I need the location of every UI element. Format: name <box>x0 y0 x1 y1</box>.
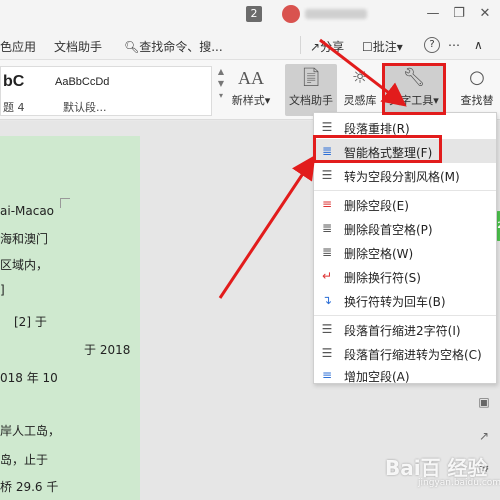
new-style-button[interactable]: AA 新样式▾ <box>228 64 274 116</box>
split-style-icon: ☰ <box>321 168 333 182</box>
share-icon: ↗ <box>310 40 321 54</box>
menu-item-label: 删除空格(W) <box>344 247 414 261</box>
style-gallery[interactable]: bC AaBbCcDd 题 4 默认段... <box>0 66 212 116</box>
doc-line[interactable]: ] <box>0 283 5 297</box>
annotate-button[interactable]: ☐批注▾ <box>362 38 403 55</box>
menu-item-delete-leading-space[interactable]: ≣ 删除段首空格(P) <box>314 216 496 240</box>
menu-divider <box>300 36 301 54</box>
help-button[interactable]: ? <box>424 37 440 53</box>
menu-item-indent-two-chars[interactable]: ☰ 段落首行缩进2字符(I) <box>314 317 496 341</box>
menu-item-label: 段落首行缩进转为空格(C) <box>344 348 482 362</box>
doc-line[interactable]: 海和澳门 <box>0 230 48 247</box>
collapse-ribbon-button[interactable]: ∧ <box>474 38 483 52</box>
menu-item-line-break-to-enter[interactable]: ↴ 换行符转为回车(B) <box>314 288 496 312</box>
style-default-caption: 默认段... <box>63 101 107 114</box>
document-page[interactable]: ai-Macao 海和澳门 区域内， ] [2] 于 于 2018 018 年 … <box>0 136 140 500</box>
doc-line[interactable]: 于 2018 <box>84 341 130 358</box>
command-search[interactable]: 🔍︎查找命令、搜... <box>124 38 223 55</box>
indent-two-chars-icon: ☰ <box>321 322 333 336</box>
new-style-label: 新样式 <box>231 94 265 107</box>
doc-assistant-icon: 📄︎ <box>299 67 323 88</box>
doc-line[interactable]: ai-Macao <box>0 204 54 218</box>
line-break-to-enter-icon: ↴ <box>321 293 333 307</box>
find-icon: ○ <box>469 67 485 88</box>
menu-divider <box>314 315 496 316</box>
style-heading-caption: 题 4 <box>3 101 25 114</box>
doc-line[interactable]: 桥 29.6 千 <box>0 478 58 495</box>
menu-item-label: 删除空段(E) <box>344 199 409 213</box>
menu-divider <box>314 190 496 191</box>
share-label: 分享 <box>320 40 345 54</box>
side-panel-icon[interactable]: ↗ <box>475 427 493 445</box>
paragraph-rearrange-icon: ☰ <box>321 120 333 134</box>
menu-item-label: 换行符转为回车(B) <box>344 295 446 309</box>
menu-item-indent-to-space[interactable]: ☰ 段落首行缩进转为空格(C) <box>314 341 496 365</box>
add-empty-paragraph-icon: ≡ <box>321 368 333 382</box>
doc-line[interactable]: [2] 于 <box>14 313 47 330</box>
side-panel-icon[interactable]: ▣ <box>475 393 493 411</box>
baidu-watermark-url: jingyan.baidu.com <box>418 478 500 488</box>
menu-item-label: 转为空段分割风格(M) <box>344 170 460 184</box>
highlight-box-smart-format <box>313 135 442 163</box>
command-search-text: 查找命令、搜... <box>139 40 223 54</box>
maximize-button[interactable]: ❐ <box>448 4 470 24</box>
delete-empty-paragraph-icon: ≡ <box>321 197 333 211</box>
menu-item-split-style[interactable]: ☰ 转为空段分割风格(M) <box>314 163 496 187</box>
delete-line-break-icon: ↵ <box>321 269 333 283</box>
chevron-down-icon[interactable]: ▼ <box>216 78 226 90</box>
menu-item-delete-empty-paragraph[interactable]: ≡ 删除空段(E) <box>314 192 496 216</box>
find-replace-button[interactable]: ○ 查找替 <box>454 64 500 116</box>
indent-to-space-icon: ☰ <box>321 346 333 360</box>
share-button[interactable]: ↗分享 <box>310 38 344 55</box>
title-bar: 2 — ❐ ✕ <box>0 0 500 30</box>
baidu-watermark: Bai百 经验 <box>385 456 488 480</box>
inspiration-label: 灵感库 <box>343 94 377 107</box>
margin-corner-mark <box>60 198 70 208</box>
window-count-badge[interactable]: 2 <box>246 6 262 22</box>
style-heading-preview[interactable]: bC <box>3 73 24 91</box>
close-button[interactable]: ✕ <box>474 4 496 24</box>
menu-item-delete-space[interactable]: ≣ 删除空格(W) <box>314 240 496 264</box>
menu-bar: 色应用 文档助手 🔍︎查找命令、搜... ↗分享 ☐批注▾ ? ⋯ ∧ <box>0 30 500 60</box>
chevron-down-icon: ▾ <box>264 94 271 107</box>
menu-doc-assistant[interactable]: 文档助手 <box>54 38 102 55</box>
doc-line[interactable]: 018 年 10 <box>0 369 58 386</box>
menu-item-label: 段落首行缩进2字符(I) <box>344 324 461 338</box>
minimize-button[interactable]: — <box>422 4 444 24</box>
menu-item-add-empty-paragraph[interactable]: ≡ 增加空段(A) <box>314 363 496 387</box>
blurred-username <box>305 9 367 19</box>
style-default-preview[interactable]: AaBbCcDd <box>55 76 109 88</box>
lightbulb-icon: ☼ <box>351 67 369 88</box>
menu-feature-apps[interactable]: 色应用 <box>0 38 36 55</box>
doc-line[interactable]: 岛，止于 <box>0 451 48 468</box>
menu-item-label: 删除换行符(S) <box>344 271 421 285</box>
find-replace-label: 查找替 <box>460 94 494 107</box>
doc-assistant-label: 文档助手 <box>289 94 333 107</box>
chevron-down-icon: ▾ <box>396 40 403 54</box>
highlight-box-text-tools <box>382 63 446 115</box>
doc-line[interactable]: 岸人工岛， <box>0 422 60 439</box>
annotate-icon: ☐ <box>362 40 373 54</box>
user-avatar[interactable] <box>282 5 300 23</box>
menu-item-delete-line-break[interactable]: ↵ 删除换行符(S) <box>314 264 496 288</box>
menu-item-label: 增加空段(A) <box>344 370 410 384</box>
more-button[interactable]: ⋯ <box>448 38 460 52</box>
expand-icon[interactable]: ▾ <box>216 90 226 102</box>
doc-assistant-button[interactable]: 📄︎ 文档助手 <box>285 64 337 116</box>
search-icon: 🔍︎ <box>124 40 140 54</box>
doc-line[interactable]: 区域内， <box>0 256 48 273</box>
inspiration-button[interactable]: ☼ 灵感库 <box>340 64 380 116</box>
menu-item-label: 删除段首空格(P) <box>344 223 433 237</box>
chevron-up-icon[interactable]: ▲ <box>216 66 226 78</box>
annotate-label: 批注 <box>372 40 397 54</box>
font-aa-icon: AA <box>238 68 264 88</box>
style-scroll-arrows[interactable]: ▲ ▼ ▾ <box>216 66 226 116</box>
delete-space-icon: ≣ <box>321 245 333 259</box>
delete-leading-space-icon: ≣ <box>321 221 333 235</box>
